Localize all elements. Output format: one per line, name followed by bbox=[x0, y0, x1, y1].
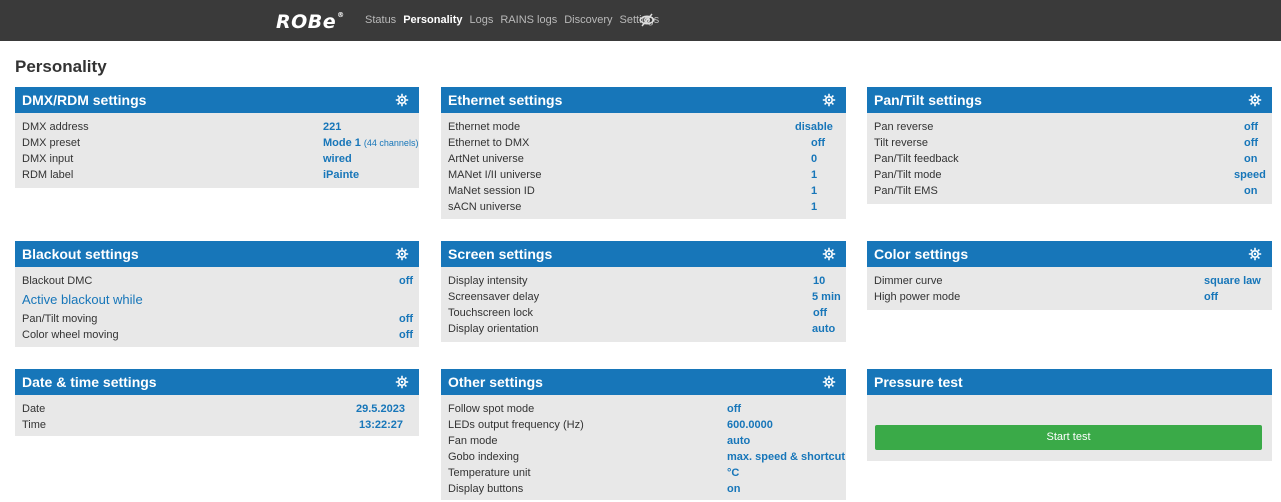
row-artnet-universe[interactable]: ArtNet universe 0 bbox=[448, 151, 840, 167]
panel-header: Other settings bbox=[441, 369, 846, 395]
nav-discovery[interactable]: Discovery bbox=[564, 14, 612, 26]
panel-title: Pressure test bbox=[874, 374, 963, 390]
panel-header: Color settings bbox=[867, 241, 1272, 267]
panel-title: Color settings bbox=[874, 246, 969, 262]
blackout-panel: Blackout settings Blackout DMC off Active… bbox=[15, 241, 419, 347]
eye-slash-icon[interactable] bbox=[639, 13, 655, 27]
row-blackout-dmc[interactable]: Blackout DMC off bbox=[22, 273, 413, 289]
nav-status[interactable]: Status bbox=[365, 14, 396, 26]
row-dmx-input[interactable]: DMX input wired bbox=[22, 151, 413, 167]
row-manet-universe[interactable]: MANet I/II universe 1 bbox=[448, 167, 840, 183]
gear-icon[interactable] bbox=[395, 93, 409, 107]
row-screensaver-delay[interactable]: Screensaver delay 5 min bbox=[448, 289, 841, 305]
top-navbar: ROBe® Status Personality Logs RAINS logs… bbox=[0, 0, 1281, 41]
row-temperature-unit[interactable]: Temperature unit °C bbox=[448, 465, 840, 481]
panel-title: Other settings bbox=[448, 374, 543, 390]
row-pan-tilt-ems[interactable]: Pan/Tilt EMS on bbox=[874, 183, 1266, 199]
row-color-wheel-moving[interactable]: Color wheel moving off bbox=[22, 327, 413, 343]
row-display-orientation[interactable]: Display orientation auto bbox=[448, 321, 840, 337]
row-pan-tilt-feedback[interactable]: Pan/Tilt feedback on bbox=[874, 151, 1266, 167]
panel-title: Screen settings bbox=[448, 246, 553, 262]
screen-panel: Screen settings Display intensity 10 Scre… bbox=[441, 241, 846, 342]
gear-icon[interactable] bbox=[1248, 93, 1262, 107]
row-display-intensity[interactable]: Display intensity 10 bbox=[448, 273, 840, 289]
row-gobo-indexing[interactable]: Gobo indexing max. speed & shortcut bbox=[448, 449, 845, 465]
row-dmx-address[interactable]: DMX address 221 bbox=[22, 119, 413, 135]
row-time[interactable]: Time 13:22:27 bbox=[22, 417, 413, 433]
panel-title: Pan/Tilt settings bbox=[874, 92, 982, 108]
panel-header: DMX/RDM settings bbox=[15, 87, 419, 113]
row-high-power-mode[interactable]: High power mode off bbox=[874, 289, 1266, 305]
dmx-rdm-panel: DMX/RDM settings DMX address 221 DMX pres… bbox=[15, 87, 419, 188]
panel-header: Pan/Tilt settings bbox=[867, 87, 1272, 113]
row-pan-reverse[interactable]: Pan reverse off bbox=[874, 119, 1266, 135]
panel-header: Pressure test bbox=[867, 369, 1272, 395]
row-follow-spot-mode[interactable]: Follow spot mode off bbox=[448, 401, 840, 417]
row-dimmer-curve[interactable]: Dimmer curve square law bbox=[874, 273, 1266, 289]
gear-icon[interactable] bbox=[1248, 247, 1262, 261]
nav-rains-logs[interactable]: RAINS logs bbox=[500, 14, 557, 26]
start-test-button[interactable]: Start test bbox=[875, 425, 1262, 450]
gear-icon[interactable] bbox=[822, 375, 836, 389]
page-title: Personality bbox=[15, 57, 107, 76]
color-panel: Color settings Dimmer curve square law Hi… bbox=[867, 241, 1272, 310]
gear-icon[interactable] bbox=[822, 247, 836, 261]
row-ethernet-to-dmx[interactable]: Ethernet to DMX off bbox=[448, 135, 840, 151]
panel-title: DMX/RDM settings bbox=[22, 92, 147, 108]
main-nav: Status Personality Logs RAINS logs Disco… bbox=[365, 14, 659, 26]
panel-header: Screen settings bbox=[441, 241, 846, 267]
panel-header: Date & time settings bbox=[15, 369, 419, 395]
row-date[interactable]: Date 29.5.2023 bbox=[22, 401, 413, 417]
row-pan-tilt-moving[interactable]: Pan/Tilt moving off bbox=[22, 311, 413, 327]
row-display-buttons[interactable]: Display buttons on bbox=[448, 481, 840, 497]
row-ethernet-mode[interactable]: Ethernet mode disable bbox=[448, 119, 840, 135]
robe-logo[interactable]: ROBe® bbox=[276, 11, 345, 33]
panel-title: Ethernet settings bbox=[448, 92, 563, 108]
row-leds-output-frequency[interactable]: LEDs output frequency (Hz) 600.0000 bbox=[448, 417, 840, 433]
row-fan-mode[interactable]: Fan mode auto bbox=[448, 433, 840, 449]
row-rdm-label[interactable]: RDM label iPainte bbox=[22, 167, 413, 183]
gear-icon[interactable] bbox=[395, 375, 409, 389]
panel-title: Blackout settings bbox=[22, 246, 139, 262]
gear-icon[interactable] bbox=[395, 247, 409, 261]
row-sacn-universe[interactable]: sACN universe 1 bbox=[448, 199, 840, 215]
row-pan-tilt-mode[interactable]: Pan/Tilt mode speed bbox=[874, 167, 1266, 183]
panel-title: Date & time settings bbox=[22, 374, 157, 390]
panel-header: Ethernet settings bbox=[441, 87, 846, 113]
panel-header: Blackout settings bbox=[15, 241, 419, 267]
other-settings-panel: Other settings Follow spot mode off LEDs … bbox=[441, 369, 846, 500]
gear-icon[interactable] bbox=[822, 93, 836, 107]
row-tilt-reverse[interactable]: Tilt reverse off bbox=[874, 135, 1266, 151]
ethernet-panel: Ethernet settings Ethernet mode disable E… bbox=[441, 87, 846, 219]
pressure-test-panel: Pressure test Start test bbox=[867, 369, 1272, 461]
date-time-panel: Date & time settings Date 29.5.2023 Time 1… bbox=[15, 369, 419, 436]
blackout-subheading: Active blackout while bbox=[22, 292, 143, 307]
nav-logs[interactable]: Logs bbox=[470, 14, 494, 26]
row-touchscreen-lock[interactable]: Touchscreen lock off bbox=[448, 305, 840, 321]
row-dmx-preset[interactable]: DMX preset Mode 1 (44 channels) bbox=[22, 135, 418, 151]
nav-personality[interactable]: Personality bbox=[403, 14, 462, 26]
pan-tilt-panel: Pan/Tilt settings Pan reverse off Tilt re… bbox=[867, 87, 1272, 204]
row-manet-session-id[interactable]: MaNet session ID 1 bbox=[448, 183, 840, 199]
